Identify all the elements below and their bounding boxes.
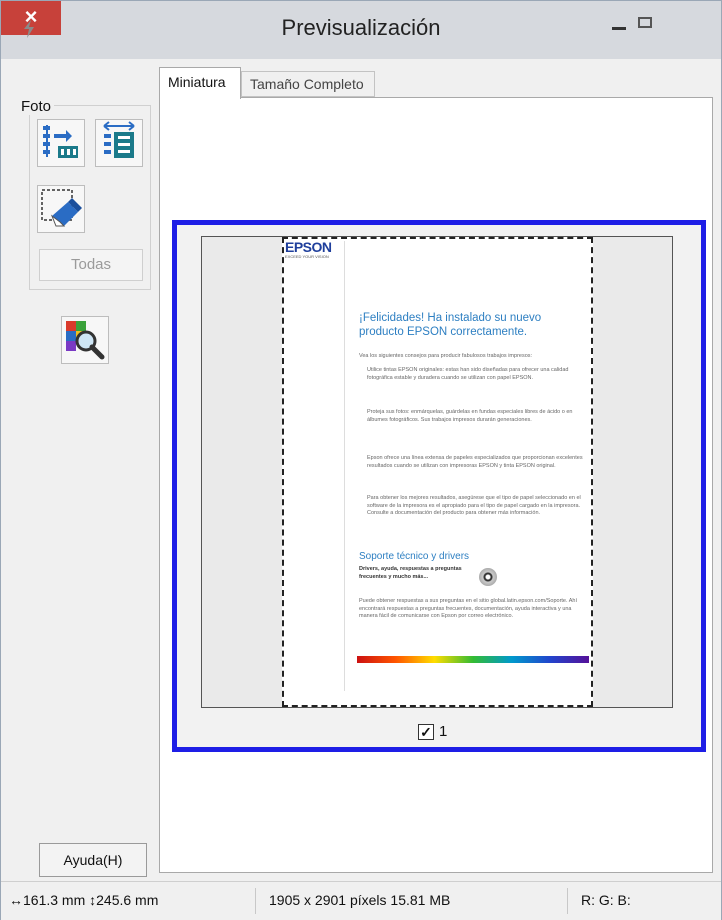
status-separator xyxy=(567,888,568,914)
status-pixels-size: 1905 x 2901 píxels 15.81 MB xyxy=(269,892,451,908)
title-bar[interactable]: Previsualización × xyxy=(1,1,721,59)
maximize-button[interactable] xyxy=(638,7,678,41)
auto-locate-icon xyxy=(43,125,78,158)
delete-marquee-button[interactable] xyxy=(37,185,85,233)
color-palette-icon xyxy=(66,321,105,360)
foto-group-label: Foto xyxy=(21,98,55,115)
all-button[interactable]: Todas xyxy=(39,249,143,281)
help-button[interactable]: Ayuda(H) xyxy=(39,843,147,877)
tab-tamano-completo[interactable]: Tamaño Completo xyxy=(241,71,375,97)
thumbnail-number: 1 xyxy=(439,723,448,740)
preview-window: Previsualización × Foto Todas Ayuda(H) M… xyxy=(0,0,722,920)
status-dimensions: ↔161.3 mm ↕245.6 mm xyxy=(9,892,159,908)
status-rgb: R: G: B: xyxy=(581,892,631,908)
minimize-button[interactable] xyxy=(601,7,641,41)
size-icon xyxy=(103,121,135,158)
tab-miniatura[interactable]: Miniatura xyxy=(159,67,241,99)
marquee-delete-icon xyxy=(41,189,82,227)
size-button[interactable] xyxy=(95,119,143,167)
minimize-icon xyxy=(612,27,626,30)
status-bar: ↔161.3 mm ↕245.6 mm 1905 x 2901 píxels 1… xyxy=(1,881,721,920)
auto-locate-button[interactable] xyxy=(37,119,85,167)
thumbnail-checkbox[interactable]: ✓ xyxy=(418,724,434,740)
status-separator xyxy=(255,888,256,914)
selection-marquee[interactable] xyxy=(282,237,593,707)
image-adjust-button[interactable] xyxy=(61,316,109,364)
maximize-icon xyxy=(638,17,652,28)
